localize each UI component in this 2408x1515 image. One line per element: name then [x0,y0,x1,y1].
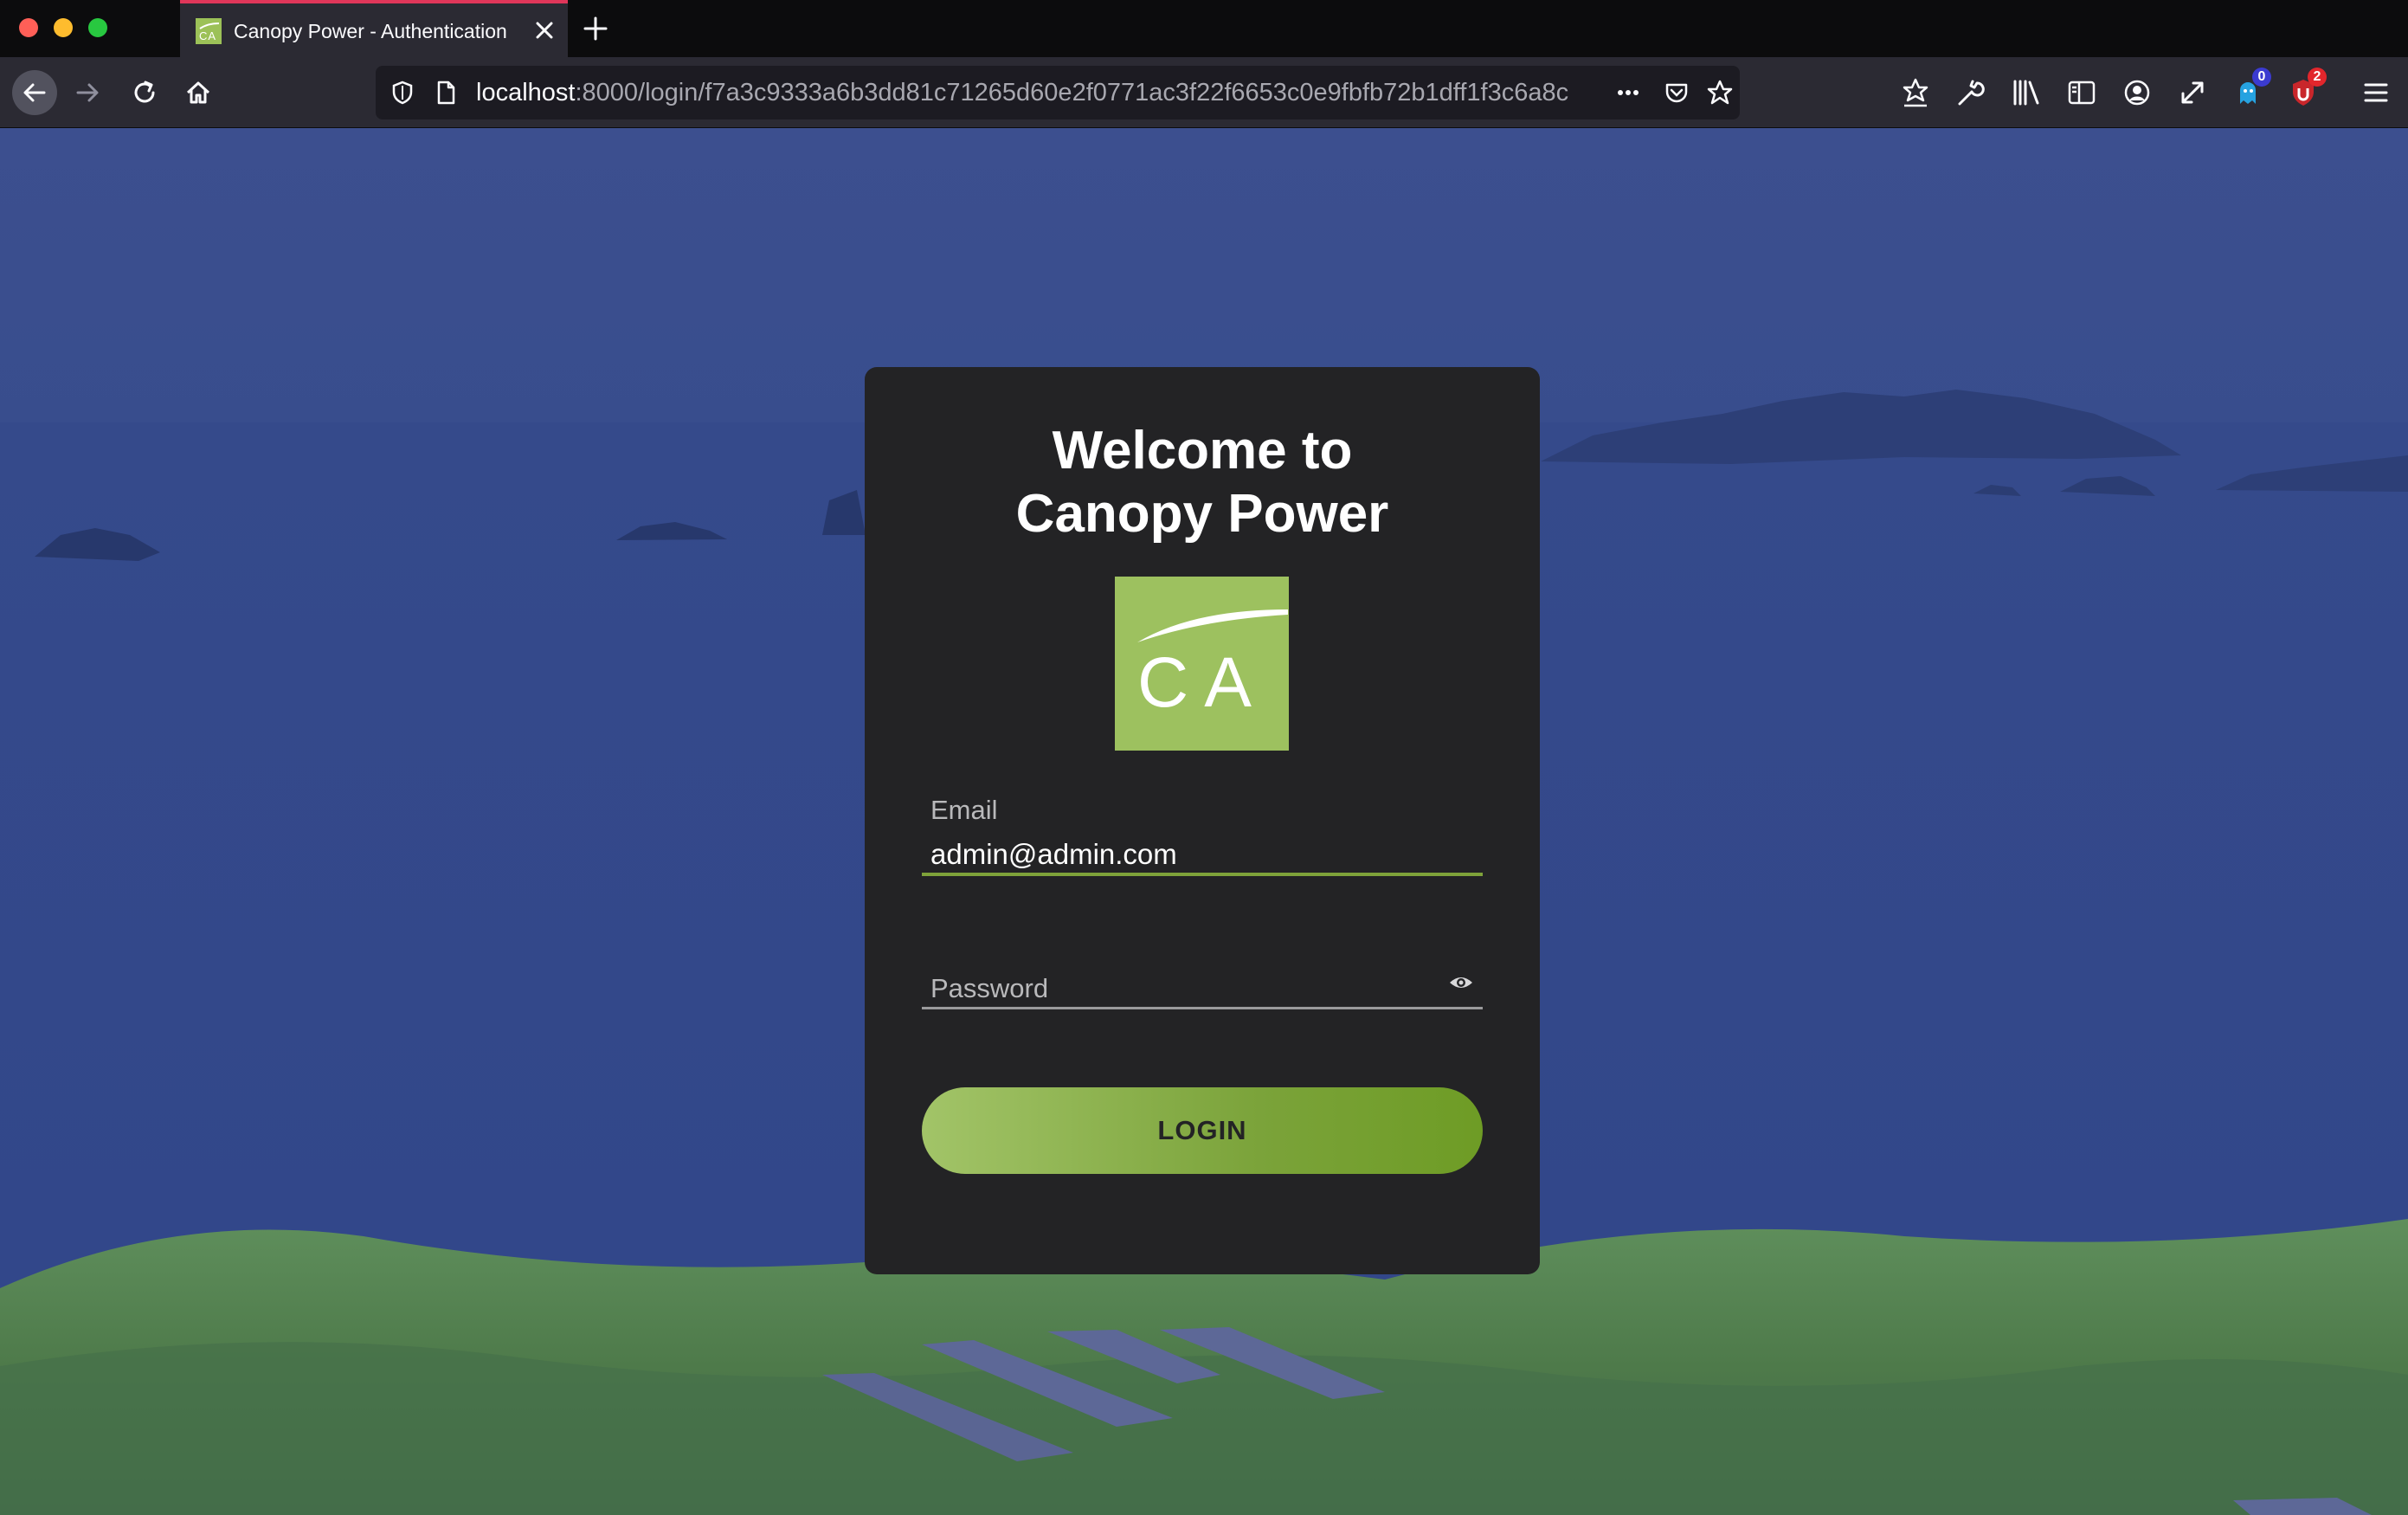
canopy-favicon-icon: CA [196,18,222,44]
email-field[interactable]: Email [922,790,1483,876]
url-path: :8000/login/f7a3c9333a6b3dd81c71265d60e2… [575,79,1569,106]
hamburger-menu-icon[interactable] [2358,74,2394,111]
email-input[interactable] [930,838,1450,871]
library-icon[interactable] [2008,74,2044,111]
ghostery-badge: 0 [2252,68,2271,87]
logo-text: CA [1137,643,1267,722]
ublock-badge: 2 [2308,68,2327,87]
ublock-extension-icon[interactable]: 2 [2285,68,2327,111]
password-label: Password [930,973,1049,1003]
login-button[interactable]: LOGIN [922,1087,1483,1174]
welcome-line-1: Welcome to [1052,421,1353,480]
canopy-logo: CA [1115,577,1289,751]
forward-button-icon[interactable] [68,73,107,113]
address-bar[interactable]: localhost:8000/login/f7a3c9333a6b3dd81c7… [376,66,1740,119]
minimize-window-button[interactable] [54,18,73,37]
fullscreen-icon[interactable] [2174,74,2211,111]
tab-close-icon[interactable] [530,16,559,45]
page-info-icon[interactable] [431,78,460,107]
pocket-icon[interactable] [1662,78,1691,107]
reading-list-icon[interactable] [1897,74,1934,111]
show-password-eye-icon[interactable] [1446,968,1476,997]
url-text[interactable]: localhost:8000/login/f7a3c9333a6b3dd81c7… [476,77,1601,108]
wrench-icon[interactable] [1953,74,1989,111]
tracking-shield-icon[interactable] [388,78,417,107]
account-icon[interactable] [2119,74,2155,111]
back-button-icon[interactable] [12,70,57,115]
zoom-window-button[interactable] [88,18,107,37]
password-field[interactable]: Password [922,921,1483,1009]
browser-tab[interactable]: CA Canopy Power - Authentication [180,0,568,57]
reload-icon[interactable] [125,73,164,113]
close-window-button[interactable] [19,18,38,37]
page-actions-icon[interactable] [1613,78,1643,107]
tab-title: Canopy Power - Authentication [234,20,507,42]
new-tab-icon[interactable] [580,13,611,44]
home-icon[interactable] [178,73,218,113]
url-host: localhost [476,79,576,106]
email-label: Email [930,795,998,825]
login-page: Welcome to Canopy Power CA Email Passwor… [0,128,2408,1515]
welcome-line-2: Canopy Power [1015,484,1389,544]
svg-text:CA: CA [199,29,216,42]
login-card: Welcome to Canopy Power CA Email Passwor… [865,367,1540,1274]
ghostery-extension-icon[interactable]: 0 [2230,68,2271,111]
browser-titlebar: CA Canopy Power - Authentication [0,0,2408,57]
welcome-heading: Welcome to Canopy Power [865,419,1540,545]
sidebar-icon[interactable] [2064,74,2100,111]
bookmark-star-icon[interactable] [1705,78,1735,107]
browser-navbar: localhost:8000/login/f7a3c9333a6b3dd81c7… [0,57,2408,128]
